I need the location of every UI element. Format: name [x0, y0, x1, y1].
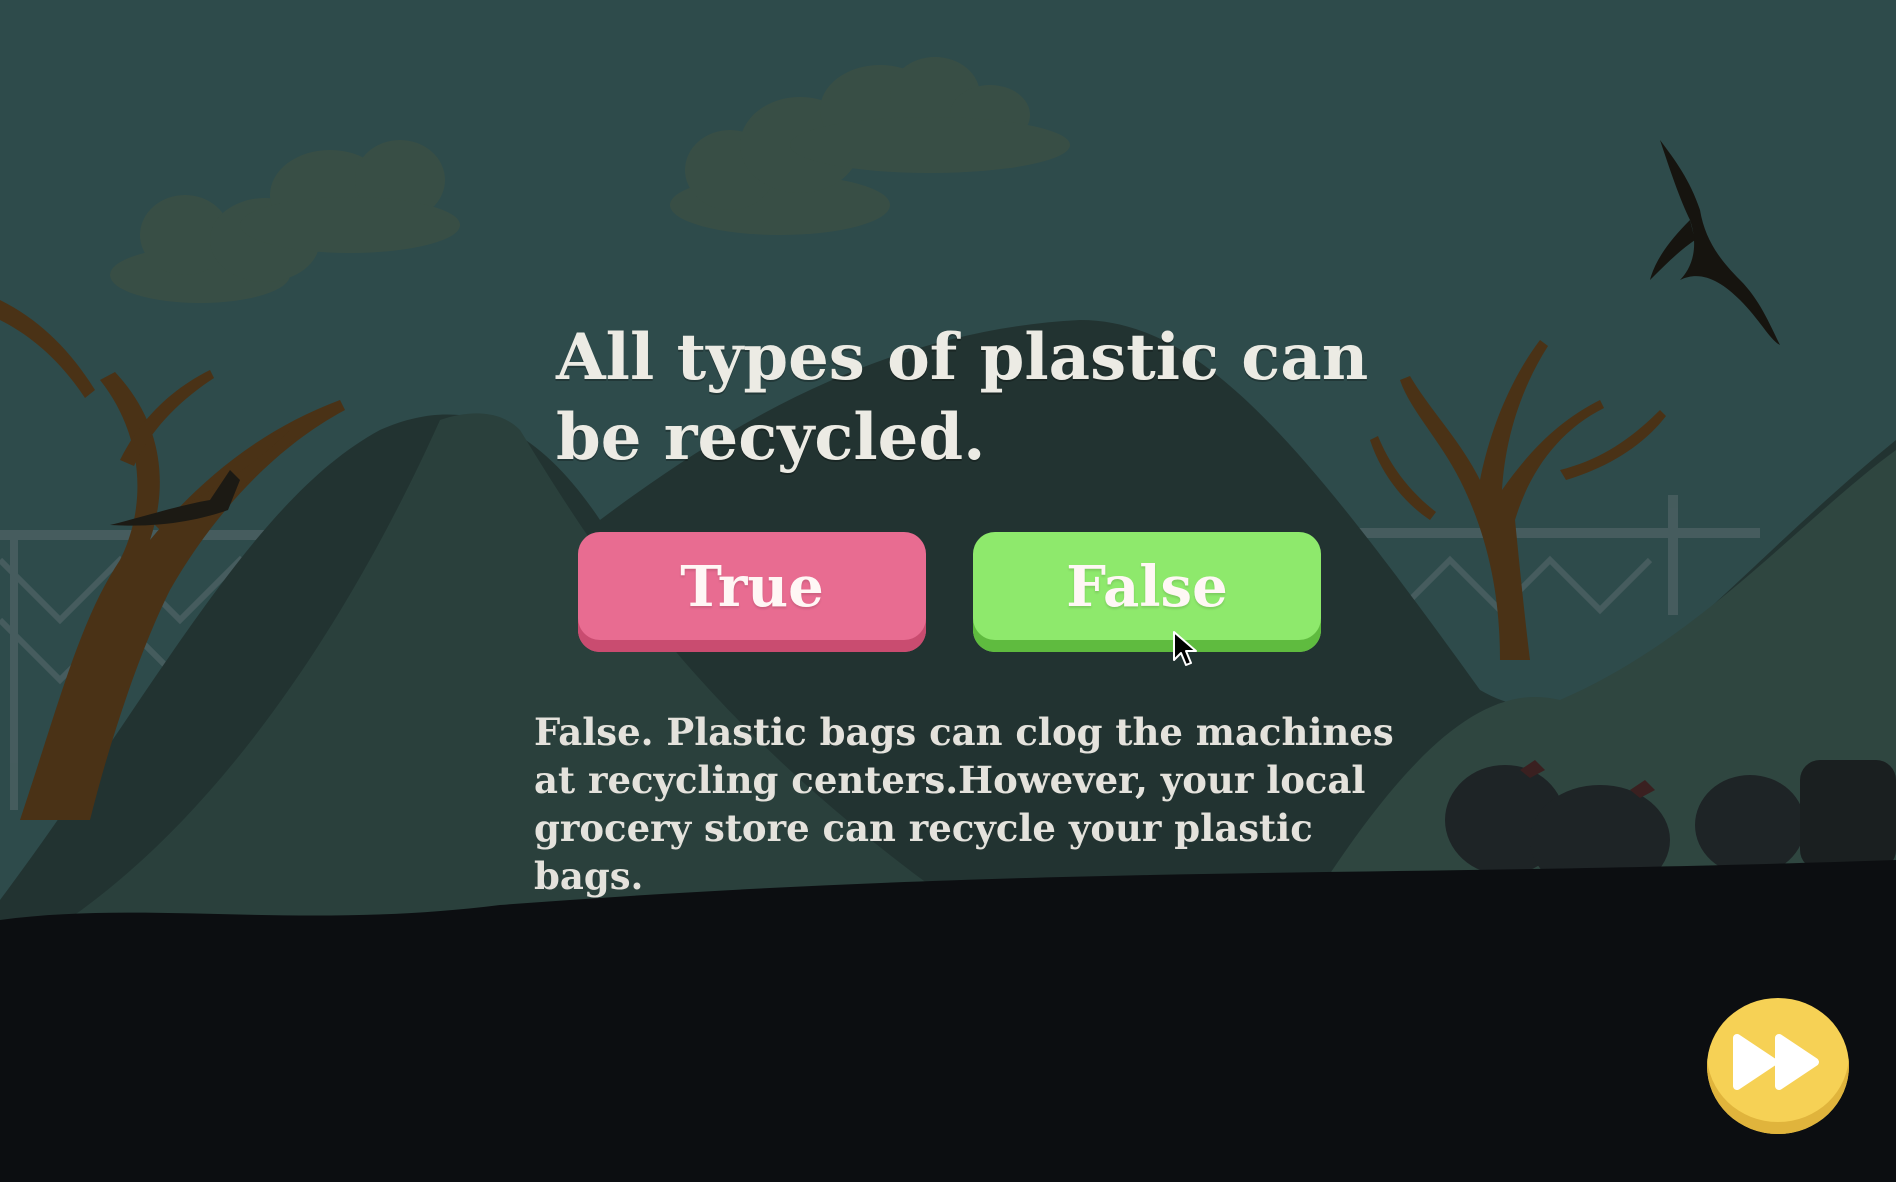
fast-forward-icon	[1733, 1034, 1819, 1090]
skip-button[interactable]	[1707, 998, 1849, 1134]
false-button[interactable]: False	[973, 532, 1321, 652]
mouse-cursor-icon	[1173, 631, 1197, 666]
question-text: All types of plastic can be recycled.	[556, 320, 1369, 475]
true-button[interactable]: True	[578, 532, 926, 652]
game-stage: All types of plastic can be recycled. Tr…	[0, 0, 1896, 1182]
answer-explanation: False. Plastic bags can clog the machine…	[534, 710, 1394, 898]
true-button-label: True	[680, 554, 824, 620]
landfill-background	[0, 0, 1896, 1182]
false-button-label: False	[1066, 554, 1228, 620]
